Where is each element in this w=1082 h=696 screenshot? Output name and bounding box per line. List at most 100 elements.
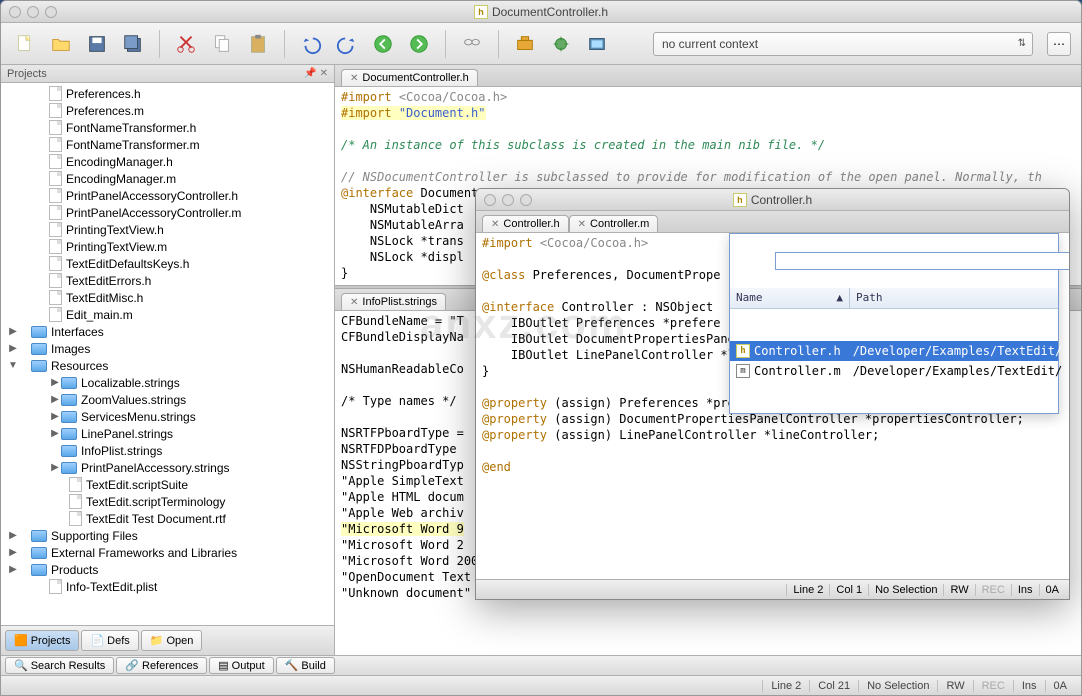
- sort-asc-icon[interactable]: ▲: [836, 290, 843, 306]
- tree-item[interactable]: ▶Images: [1, 340, 334, 357]
- autocomplete-row[interactable]: hController.h/Developer/Examples/TextEdi…: [730, 341, 1058, 361]
- redo-button[interactable]: [333, 30, 361, 58]
- float-title: Controller.h: [751, 193, 812, 207]
- debug-button[interactable]: [547, 30, 575, 58]
- float-status-line: Line 2: [786, 584, 829, 596]
- tree-item[interactable]: ▶Supporting Files: [1, 527, 334, 544]
- copy-button[interactable]: [208, 30, 236, 58]
- tree-item[interactable]: Info-TextEdit.plist: [1, 578, 334, 595]
- tree-item[interactable]: FontNameTransformer.h: [1, 119, 334, 136]
- autocomplete-input[interactable]: [775, 252, 1069, 270]
- float-editor[interactable]: #import <Cocoa/Cocoa.h> @class Preferenc…: [476, 233, 1069, 579]
- projects-title: Projects: [7, 68, 47, 80]
- window-title-text: DocumentController.h: [492, 5, 608, 19]
- tree-item[interactable]: ▶ServicesMenu.strings: [1, 408, 334, 425]
- tree-item[interactable]: InfoPlist.strings: [1, 442, 334, 459]
- undo-button[interactable]: [297, 30, 325, 58]
- forward-button[interactable]: [405, 30, 433, 58]
- tree-item[interactable]: Edit_main.m: [1, 306, 334, 323]
- tree-item[interactable]: ▼Resources: [1, 357, 334, 374]
- float-status-ins: Ins: [1011, 584, 1039, 596]
- find-button[interactable]: [458, 30, 486, 58]
- tab-output[interactable]: ▤ Output: [209, 657, 273, 674]
- projects-header: Projects 📌 ✕: [1, 65, 334, 83]
- cut-button[interactable]: [172, 30, 200, 58]
- statusbar: Line 2 Col 21 No Selection RW REC Ins 0A: [1, 675, 1081, 695]
- float-status-rec: REC: [975, 584, 1011, 596]
- tab-build[interactable]: 🔨 Build: [276, 657, 335, 674]
- autocomplete-popup: Name ▲ Path hController.h/Developer/Examp…: [729, 233, 1059, 414]
- float-statusbar: Line 2 Col 1 No Selection RW REC Ins 0A: [476, 579, 1069, 599]
- tree-item[interactable]: ▶Products: [1, 561, 334, 578]
- status-selection: No Selection: [858, 680, 937, 692]
- header-file-icon: h: [733, 193, 747, 207]
- run-button[interactable]: [583, 30, 611, 58]
- tree-item[interactable]: ▶Localizable.strings: [1, 374, 334, 391]
- tab-defs[interactable]: 📄 Defs: [81, 630, 138, 651]
- open-folder-button[interactable]: [47, 30, 75, 58]
- tree-item[interactable]: TextEdit.scriptSuite: [1, 476, 334, 493]
- bottom-tabstrip: 🔍 Search Results 🔗 References ▤ Output 🔨…: [1, 655, 1081, 675]
- tree-item[interactable]: ▶LinePanel.strings: [1, 425, 334, 442]
- window-title: h DocumentController.h: [1, 5, 1081, 19]
- tree-item[interactable]: TextEdit.scriptTerminology: [1, 493, 334, 510]
- tree-item[interactable]: PrintingTextView.h: [1, 221, 334, 238]
- controller-window: h Controller.h ✕Controller.h ✕Controller.…: [475, 188, 1070, 600]
- tree-item[interactable]: TextEditErrors.h: [1, 272, 334, 289]
- float-status-rw: RW: [943, 584, 974, 596]
- save-button[interactable]: [83, 30, 111, 58]
- status-rec: REC: [973, 680, 1013, 692]
- tree-item[interactable]: EncodingManager.h: [1, 153, 334, 170]
- tab-search-results[interactable]: 🔍 Search Results: [5, 657, 114, 674]
- editor1-tabs: ✕DocumentController.h: [335, 65, 1081, 87]
- tree-item[interactable]: Preferences.h: [1, 85, 334, 102]
- paste-button[interactable]: [244, 30, 272, 58]
- tree-item[interactable]: PrintPanelAccessoryController.h: [1, 187, 334, 204]
- back-button[interactable]: [369, 30, 397, 58]
- left-tabstrip: 🟧 Projects 📄 Defs 📁 Open: [1, 625, 334, 655]
- float-tab-m[interactable]: ✕Controller.m: [569, 215, 659, 232]
- tree-item[interactable]: PrintingTextView.m: [1, 238, 334, 255]
- ac-col-name[interactable]: Name: [736, 290, 763, 306]
- tab-projects[interactable]: 🟧 Projects: [5, 630, 79, 651]
- new-file-button[interactable]: [11, 30, 39, 58]
- save-all-button[interactable]: [119, 30, 147, 58]
- autocomplete-row[interactable]: mController.m/Developer/Examples/TextEdi…: [730, 361, 1058, 381]
- tree-item[interactable]: TextEditDefaultsKeys.h: [1, 255, 334, 272]
- tree-item[interactable]: TextEdit Test Document.rtf: [1, 510, 334, 527]
- context-options-button[interactable]: ⋯: [1047, 32, 1071, 56]
- status-col: Col 21: [809, 680, 858, 692]
- status-oa: 0A: [1045, 680, 1075, 692]
- tree-item[interactable]: ▶ZoomValues.strings: [1, 391, 334, 408]
- context-selector[interactable]: no current context: [653, 32, 1033, 56]
- float-status-oa: 0A: [1039, 584, 1065, 596]
- close-icon[interactable]: ✕: [491, 219, 499, 230]
- pin-icon[interactable]: 📌 ✕: [304, 68, 328, 79]
- close-icon[interactable]: ✕: [350, 297, 358, 308]
- ac-col-path[interactable]: Path: [850, 288, 1058, 308]
- float-status-col: Col 1: [829, 584, 868, 596]
- tree-item[interactable]: Preferences.m: [1, 102, 334, 119]
- titlebar: h DocumentController.h: [1, 1, 1081, 23]
- tab-open[interactable]: 📁 Open: [141, 630, 203, 651]
- float-status-sel: No Selection: [868, 584, 943, 596]
- editor2-tab[interactable]: ✕InfoPlist.strings: [341, 293, 446, 310]
- close-icon[interactable]: ✕: [350, 73, 358, 84]
- close-icon[interactable]: ✕: [578, 219, 586, 230]
- tree-item[interactable]: FontNameTransformer.m: [1, 136, 334, 153]
- float-tab-h[interactable]: ✕Controller.h: [482, 215, 569, 232]
- tree-item[interactable]: ▶Interfaces: [1, 323, 334, 340]
- float-titlebar: h Controller.h: [476, 189, 1069, 211]
- status-line: Line 2: [762, 680, 809, 692]
- build-button[interactable]: [511, 30, 539, 58]
- tree-item[interactable]: EncodingManager.m: [1, 170, 334, 187]
- project-tree[interactable]: Preferences.hPreferences.mFontNameTransf…: [1, 83, 334, 625]
- tree-item[interactable]: PrintPanelAccessoryController.m: [1, 204, 334, 221]
- float-tabs: ✕Controller.h ✕Controller.m: [476, 211, 1069, 233]
- tree-item[interactable]: TextEditMisc.h: [1, 289, 334, 306]
- editor1-tab[interactable]: ✕DocumentController.h: [341, 69, 478, 86]
- tree-item[interactable]: ▶PrintPanelAccessory.strings: [1, 459, 334, 476]
- tree-item[interactable]: ▶External Frameworks and Libraries: [1, 544, 334, 561]
- toolbar: no current context ⋯: [1, 23, 1081, 65]
- tab-references[interactable]: 🔗 References: [116, 657, 207, 674]
